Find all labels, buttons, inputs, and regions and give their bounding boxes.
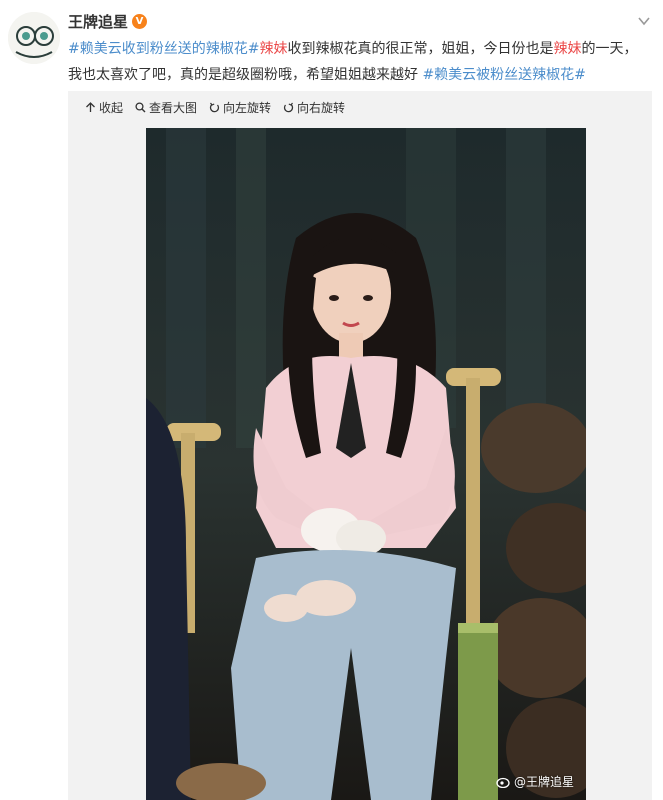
media-viewer: 收起 查看大图 向左旋转 向右旋转 @王牌追星 [68,91,652,800]
watermark: @王牌追星 [496,773,574,790]
post-photo[interactable]: @王牌追星 [146,128,586,800]
rotate-left-label: 向左旋转 [223,101,272,115]
hashtag-link[interactable]: #赖美云被粉丝送辣椒花# [422,67,585,83]
highlight-text: 辣妹 [553,41,582,57]
rotate-left-button[interactable]: 向左旋转 [209,99,271,116]
photo-illustration [146,128,586,800]
collapse-label: 收起 [99,101,124,115]
rotate-right-button[interactable]: 向右旋转 [283,99,345,116]
highlight-text: 辣妹 [259,41,288,57]
rotate-right-label: 向右旋转 [297,101,346,115]
hashtag-link[interactable]: #赖美云收到粉丝送的辣椒花# [68,41,259,57]
watermark-text: @王牌追星 [513,775,574,789]
magnifier-icon [135,102,146,113]
username[interactable]: 王牌追星 [68,11,128,32]
collapse-button[interactable]: 收起 [85,99,123,116]
body-text: 收到辣椒花真的很正常，姐姐，今日份也是 [287,41,554,57]
collapse-icon [86,102,95,112]
view-large-button[interactable]: 查看大图 [135,99,197,116]
rotate-left-icon [209,102,220,113]
view-large-label: 查看大图 [149,101,198,115]
post-text: #赖美云收到粉丝送的辣椒花#辣妹收到辣椒花真的很正常，姐姐，今日份也是辣妹的一天… [68,36,648,88]
verified-badge-icon: V [132,14,148,29]
chevron-down-icon[interactable] [637,14,651,28]
rotate-right-icon [283,102,294,113]
avatar[interactable] [8,12,60,64]
username-row: 王牌追星 V [68,11,148,32]
media-toolbar: 收起 查看大图 向左旋转 向右旋转 [85,99,345,116]
weibo-logo-icon [496,777,510,788]
